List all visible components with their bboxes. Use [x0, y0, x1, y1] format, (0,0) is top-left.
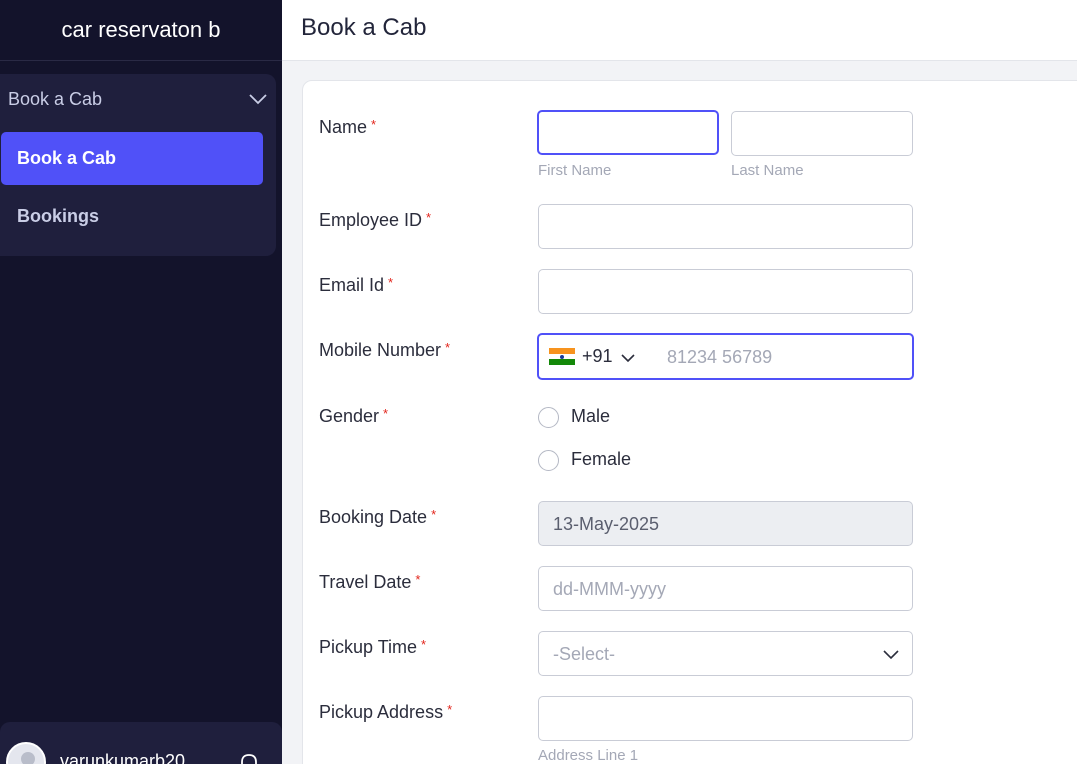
- sidebar-item-label: Book a Cab: [17, 148, 117, 168]
- pickup-address-label: Pickup Address *: [319, 702, 453, 722]
- user-panel: varunkumarb20: [0, 722, 282, 764]
- country-code[interactable]: +91: [582, 346, 613, 367]
- app-title: car reservaton b: [0, 0, 282, 61]
- travel-date-label: Travel Date *: [319, 572, 421, 592]
- pickup-time-select[interactable]: -Select-: [538, 631, 913, 676]
- gender-female-radio[interactable]: [538, 450, 559, 471]
- required-mark: *: [431, 507, 437, 522]
- travel-date-placeholder: dd-MMM-yyyy: [553, 579, 666, 599]
- required-mark: *: [383, 406, 389, 421]
- travel-date-field[interactable]: dd-MMM-yyyy: [538, 566, 913, 611]
- last-name-field[interactable]: [731, 111, 913, 156]
- booking-date-label: Booking Date *: [319, 507, 437, 527]
- name-label: Name *: [319, 117, 377, 137]
- first-name-hint: First Name: [538, 162, 612, 179]
- india-flag-icon: [549, 348, 575, 365]
- chevron-down-icon: [882, 645, 900, 663]
- gender-label: Gender *: [319, 406, 389, 426]
- avatar[interactable]: [6, 742, 46, 764]
- sidebar: car reservaton b Book a Cab Book a Cab B…: [0, 0, 282, 764]
- required-mark: *: [415, 572, 421, 587]
- first-name-field[interactable]: [537, 110, 719, 155]
- sidebar-item-book-a-cab[interactable]: Book a Cab: [1, 132, 263, 185]
- username: varunkumarb20: [60, 751, 186, 764]
- required-mark: *: [445, 340, 451, 355]
- address-line-1-hint: Address Line 1: [538, 747, 639, 764]
- sidebar-item-label: Bookings: [17, 206, 100, 226]
- gender-male-radio[interactable]: [538, 407, 559, 428]
- employee-id-label: Employee ID *: [319, 210, 432, 230]
- pickup-time-selected: -Select-: [553, 644, 616, 664]
- mobile-placeholder: 81234 56789: [667, 347, 773, 367]
- required-mark: *: [421, 637, 427, 652]
- chevron-down-icon[interactable]: [619, 349, 637, 367]
- top-bar: Book a Cab: [282, 0, 1077, 61]
- required-mark: *: [447, 702, 453, 717]
- email-label: Email Id *: [319, 275, 394, 295]
- employee-id-field[interactable]: [538, 204, 913, 249]
- gender-male-label[interactable]: Male: [571, 406, 610, 427]
- bell-icon[interactable]: [236, 750, 262, 764]
- menu-group: Book a Cab Book a Cab Bookings: [0, 74, 276, 256]
- required-mark: *: [426, 210, 432, 225]
- booking-date-field: 13-May-2025: [538, 501, 913, 546]
- chevron-down-icon: [248, 89, 268, 109]
- pickup-time-label: Pickup Time *: [319, 637, 427, 657]
- pickup-address-field[interactable]: [538, 696, 913, 741]
- mobile-label: Mobile Number *: [319, 340, 451, 360]
- sidebar-item-bookings[interactable]: Bookings: [1, 190, 263, 243]
- email-field[interactable]: [538, 269, 913, 314]
- mobile-field[interactable]: +91 81234 56789: [537, 333, 914, 380]
- last-name-hint: Last Name: [731, 162, 804, 179]
- menu-group-label: Book a Cab: [8, 88, 103, 109]
- menu-group-header[interactable]: Book a Cab: [8, 86, 268, 112]
- required-mark: *: [371, 117, 377, 132]
- required-mark: *: [388, 275, 394, 290]
- page-title: Book a Cab: [301, 14, 427, 41]
- gender-female-label[interactable]: Female: [571, 449, 631, 470]
